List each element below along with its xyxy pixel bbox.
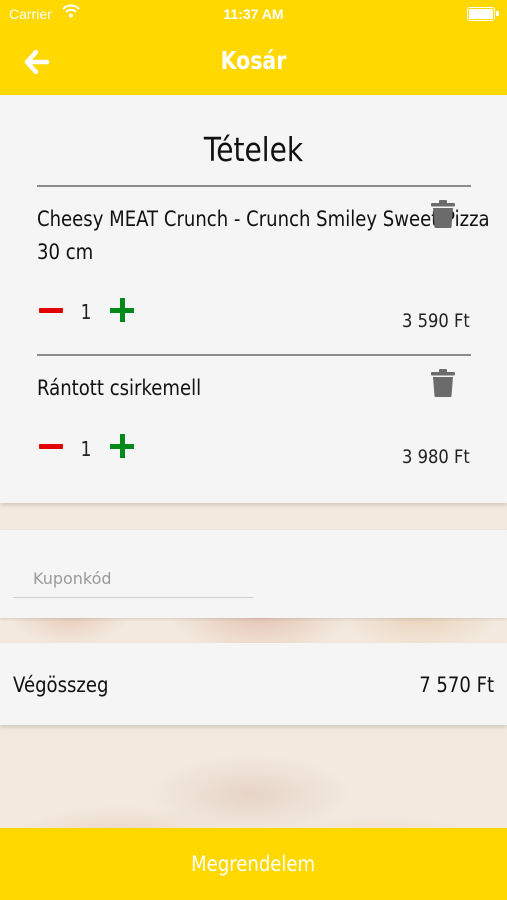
coupon-code-input[interactable] xyxy=(13,560,253,598)
item-price: 3 590 Ft xyxy=(402,310,470,332)
increase-quantity-button[interactable] xyxy=(110,298,134,322)
divider xyxy=(37,185,471,187)
page-title: Kosár xyxy=(220,46,287,75)
items-heading: Tételek xyxy=(203,130,304,169)
cart-item-name-line1: Rántott csirkemell xyxy=(37,376,202,400)
battery-cap xyxy=(496,11,499,16)
status-time: 11:37 AM xyxy=(223,6,284,22)
total-value: 7 570 Ft xyxy=(419,673,494,697)
place-order-button[interactable]: Megrendelem xyxy=(0,828,507,900)
cart-item-name-line2: 30 cm xyxy=(37,240,94,264)
battery-icon xyxy=(467,7,495,21)
cart-item-name-line1: Cheesy MEAT Crunch - Crunch Smiley Sweet… xyxy=(37,207,490,231)
decrease-quantity-button[interactable] xyxy=(39,444,63,449)
trash-icon[interactable] xyxy=(431,369,455,397)
divider xyxy=(37,354,471,356)
increase-quantity-button[interactable] xyxy=(110,434,134,458)
trash-icon[interactable] xyxy=(431,200,455,228)
nav-bar: Kosár xyxy=(0,28,507,95)
place-order-label: Megrendelem xyxy=(191,852,316,876)
quantity-value: 1 xyxy=(80,437,92,461)
status-bar: Carrier 11:37 AM xyxy=(0,0,507,28)
quantity-value: 1 xyxy=(80,300,92,324)
item-price: 3 980 Ft xyxy=(402,446,470,468)
total-label: Végösszeg xyxy=(13,673,109,697)
decrease-quantity-button[interactable] xyxy=(39,308,63,313)
